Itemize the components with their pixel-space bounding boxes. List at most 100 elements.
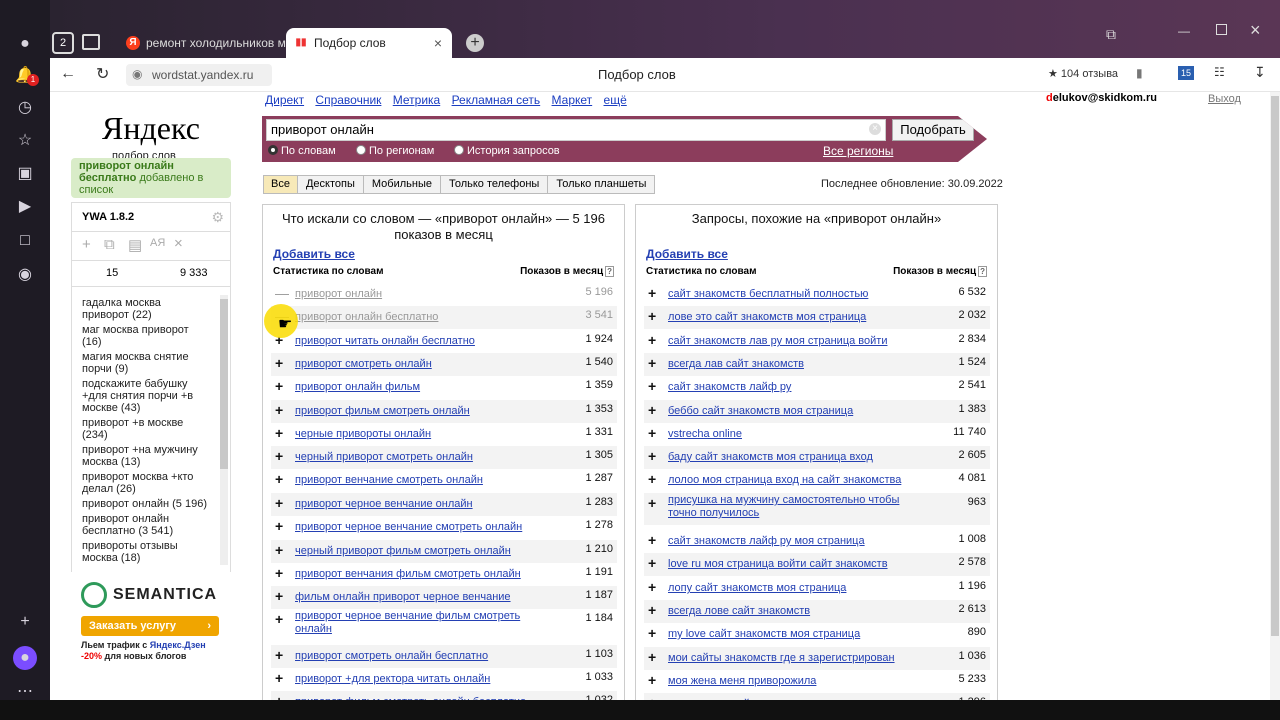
all-regions-link[interactable]: Все регионы [823,144,893,158]
nav-more[interactable]: ещё [604,93,627,107]
phrase-link[interactable]: черные привороты онлайн [295,428,431,440]
filter-mobile[interactable]: Мобильные [363,175,441,194]
nav-ad-network[interactable]: Рекламная сеть [452,93,541,107]
right-add-all-link[interactable]: Добавить все [646,247,728,261]
add-phrase-icon[interactable]: + [648,471,656,487]
phrase-link[interactable]: приворот смотреть онлайн [295,358,432,370]
promo-link[interactable]: Яндекс.Дзен [150,640,206,650]
add-phrase-icon[interactable]: + [648,495,656,511]
url-field[interactable]: ◉ wordstat.yandex.ru [126,64,272,86]
submit-button[interactable]: Подобрать [892,119,974,141]
add-phrase-icon[interactable]: + [648,672,656,688]
phrase-link[interactable]: беббо сайт знакомств моя страница [668,405,853,417]
order-service-button[interactable]: Заказать услугу › [81,616,219,636]
ywa-scroll-thumb[interactable] [220,299,228,469]
profile-icon[interactable]: ● [13,32,37,56]
page-scroll-thumb[interactable] [1271,96,1279,636]
filter-tablets-only[interactable]: Только планшеты [548,175,656,194]
add-phrase-icon[interactable]: + [275,611,283,627]
add-phrase-icon[interactable]: + [648,448,656,464]
add-phrase-icon[interactable]: + [648,649,656,665]
phrase-link[interactable]: приворот читать онлайн бесплатно [295,335,475,347]
phrase-link[interactable]: приворот венчание смотреть онлайн [295,474,483,486]
radio-by-words[interactable]: По словам [268,145,336,157]
add-phrase-icon[interactable]: + [648,332,656,348]
ywa-copy-icon[interactable]: ⧉ [104,236,115,253]
ywa-sort-icon[interactable]: АЯ [150,237,165,249]
add-phrase-icon[interactable]: + [275,448,283,464]
add-phrase-icon[interactable]: + [648,625,656,641]
add-phrase-icon[interactable]: + [648,579,656,595]
phrase-link[interactable]: love ru моя страница войти сайт знакомст… [668,558,888,570]
history-icon[interactable]: ◷ [13,96,37,120]
user-email[interactable]: delukov@skidkom.ru [1046,92,1157,104]
add-phrase-icon[interactable]: + [275,565,283,581]
phrase-link[interactable]: приворот онлайн бесплатно [295,311,438,323]
add-phrase-icon[interactable]: + [275,355,283,371]
bell-icon[interactable]: 🔔 1 [13,64,39,88]
phrase-link[interactable]: сайт знакомств лайф ру [668,381,791,393]
help-icon[interactable]: ? [605,266,614,277]
phrase-link[interactable]: приворот онлайн [295,288,382,300]
ywa-paste-icon[interactable]: ▤ [128,236,142,254]
add-panel-icon[interactable]: + [13,610,37,634]
phrase-link[interactable]: лолоо моя страница вход на сайт знакомст… [668,474,901,486]
tab-counter[interactable]: 2 [52,32,74,54]
collections-icon[interactable]: ▣ [13,162,37,186]
ywa-phrase-item[interactable]: приворот онлайн (5 196) [72,498,232,510]
phrase-link[interactable]: фильм онлайн приворот черное венчание [295,591,511,603]
phrase-link[interactable]: черный приворот фильм смотреть онлайн [295,545,511,557]
phrase-link[interactable]: приворот венчания фильм смотреть онлайн [295,568,521,580]
nav-metrika[interactable]: Метрика [393,93,440,107]
play-icon[interactable]: ▶ [13,195,37,219]
phrase-link[interactable]: приворот фильм смотреть онлайн [295,405,470,417]
ywa-phrase-item[interactable]: гадалка москва приворот (22) [72,297,232,321]
phrase-link[interactable]: приворот +для ректора читать онлайн [295,673,490,685]
add-phrase-icon[interactable]: + [275,542,283,558]
help-icon[interactable]: ? [978,266,987,277]
ywa-phrase-item[interactable]: приворот +на мужчину москва (13) [72,444,232,468]
add-phrase-icon[interactable]: + [275,495,283,511]
add-phrase-icon[interactable]: + [275,425,283,441]
left-add-all-link[interactable]: Добавить все [273,247,355,261]
extension-badge[interactable]: 15 [1178,66,1195,80]
phrase-link[interactable]: моя жена меня приворожила [668,675,816,687]
phrase-link[interactable]: сайт знакомств бесплатный полностью [668,288,868,300]
close-window-icon[interactable]: × [1250,20,1261,41]
close-tab-icon[interactable]: × [434,28,442,58]
phrase-link[interactable]: черный приворот смотреть онлайн [295,451,473,463]
phrase-link[interactable]: всегда лав сайт знакомств [668,358,804,370]
ywa-phrase-item[interactable]: приворот москва +кто делал (26) [72,471,232,495]
phrase-link[interactable]: присушка на мужчину самостоятельно чтобы… [668,494,918,520]
ywa-clear-icon[interactable]: × [174,235,183,252]
filter-all[interactable]: Все [263,175,298,194]
phrase-link[interactable]: сайт знакомств лайф ру моя страница [668,535,865,547]
phrase-link[interactable]: сайт знакомств лав ру моя страница войти [668,335,887,347]
ywa-phrase-item[interactable]: приворот +в москве (234) [72,417,232,441]
phrase-link[interactable]: всегда лове сайт знакомств [668,605,810,617]
folder-icon[interactable] [82,34,100,50]
ywa-add-icon[interactable]: + [82,236,91,253]
radio-history[interactable]: История запросов [454,145,560,157]
add-phrase-icon[interactable]: + [275,402,283,418]
add-phrase-icon[interactable]: + [275,588,283,604]
new-tab-button[interactable]: + [466,34,484,52]
phrase-link[interactable]: баду сайт знакомств моя страница вход [668,451,873,463]
tab-wordstat[interactable]: ▮▮ Подбор слов × [286,28,452,58]
camera-icon[interactable]: ◉ [13,263,37,287]
maximize-icon[interactable] [1216,24,1227,35]
page-scrollbar[interactable] [1270,92,1280,700]
tab-yandex-search[interactable]: Я ремонт холодильников м [118,28,286,58]
add-phrase-icon[interactable]: + [648,285,656,301]
add-phrase-icon[interactable]: + [275,378,283,394]
add-phrase-icon[interactable]: + [275,693,283,700]
ywa-scrollbar[interactable] [220,295,228,565]
filter-phones-only[interactable]: Только телефоны [440,175,549,194]
minimize-icon[interactable]: — [1178,24,1190,38]
phrase-link[interactable]: приворот онлайн фильм [295,381,420,393]
ywa-phrase-item[interactable]: приворот онлайн бесплатно (3 541) [72,513,232,537]
phrase-link[interactable]: приворот смотреть онлайн бесплатно [295,650,488,662]
add-phrase-icon[interactable]: + [275,647,283,663]
nav-market[interactable]: Маркет [552,93,593,107]
remove-phrase-icon[interactable]: — [275,285,289,301]
